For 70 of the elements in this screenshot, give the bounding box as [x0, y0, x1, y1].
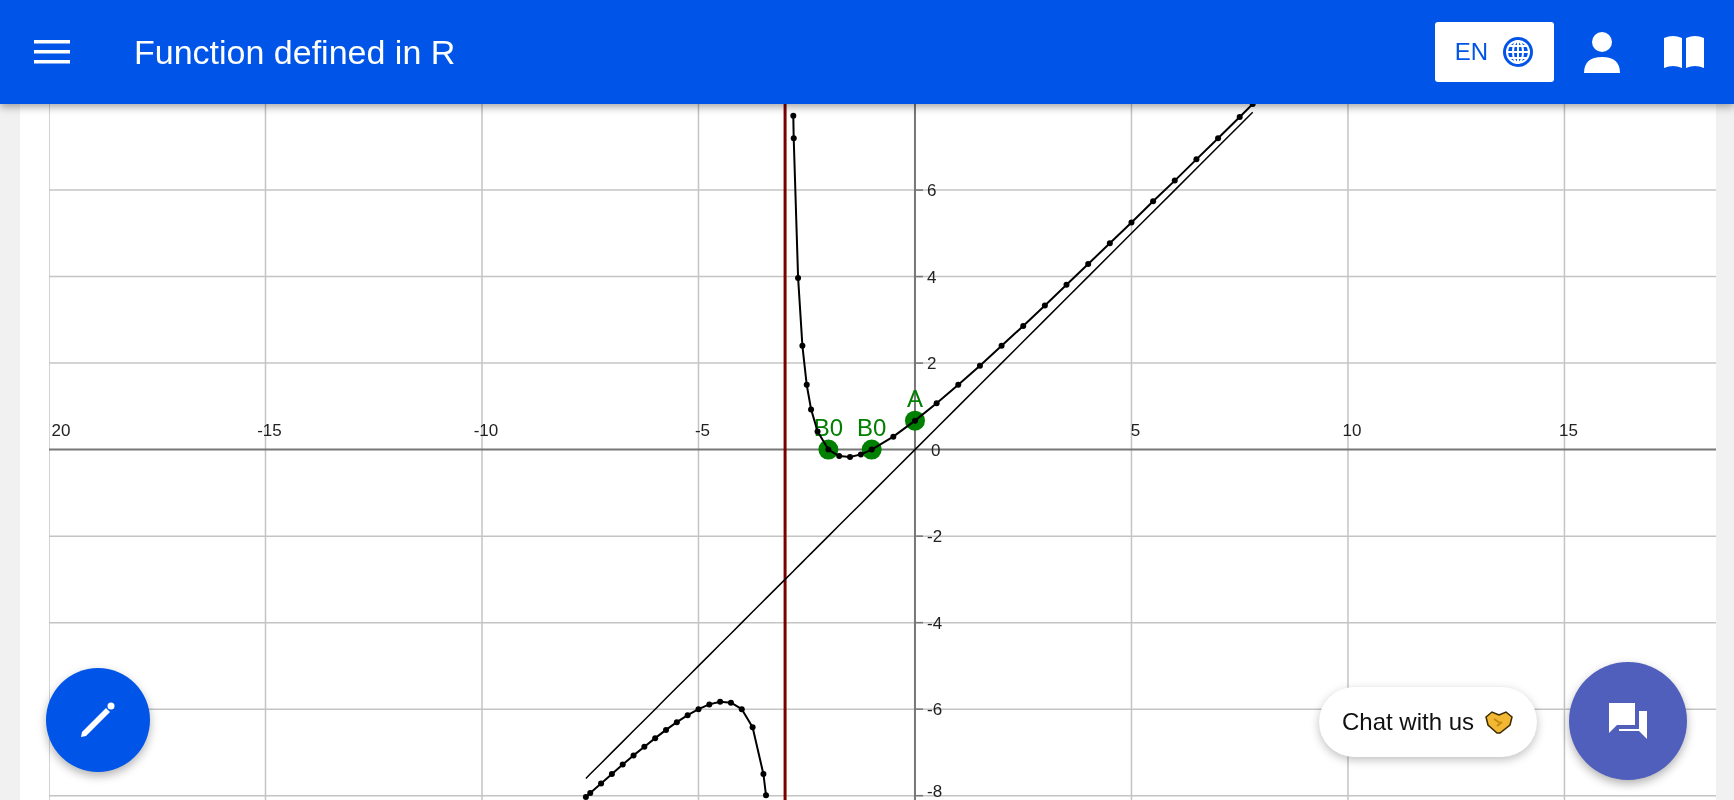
point — [1128, 219, 1135, 226]
axis-tick-label: -10 — [473, 420, 499, 440]
point — [790, 135, 797, 142]
point — [619, 761, 626, 768]
point — [890, 433, 897, 440]
point — [790, 112, 797, 119]
point — [795, 274, 802, 281]
point-label: B0 — [857, 413, 887, 441]
point-marker[interactable] — [904, 410, 925, 431]
point — [684, 712, 691, 719]
chat-icon — [1607, 701, 1649, 741]
point — [587, 790, 594, 797]
axis-tick-label: 20 — [51, 420, 71, 440]
point-label: A — [906, 384, 923, 412]
menu-icon[interactable] — [34, 39, 70, 65]
point — [652, 735, 659, 742]
point — [663, 726, 670, 733]
point — [695, 706, 702, 713]
point — [933, 400, 940, 407]
point — [1020, 322, 1027, 329]
point — [1193, 156, 1200, 163]
point — [976, 362, 983, 369]
point — [608, 771, 615, 778]
point — [738, 706, 745, 713]
axis-tick-label: 6 — [926, 181, 937, 201]
axis-tick-label: -15 — [257, 420, 282, 440]
axis-tick-label: 10 — [1342, 420, 1362, 440]
point — [673, 719, 680, 726]
point — [763, 792, 770, 799]
axis-tick-label: 5 — [1130, 420, 1141, 440]
point — [1171, 177, 1178, 184]
point — [803, 381, 810, 388]
page-title: Function defined in R — [134, 32, 457, 72]
axis-tick-label: -5 — [694, 420, 711, 440]
point — [706, 701, 713, 708]
point — [808, 406, 815, 413]
language-button[interactable]: EN — [1435, 22, 1554, 82]
point — [630, 752, 637, 759]
axis-tick-label: 2 — [926, 354, 937, 374]
point — [857, 451, 864, 458]
point — [582, 793, 589, 800]
account-icon[interactable] — [1582, 31, 1622, 73]
point — [717, 698, 724, 705]
axis-tick-label: 15 — [1559, 420, 1578, 440]
point — [1106, 240, 1113, 247]
point — [727, 699, 734, 706]
point — [1085, 261, 1092, 268]
point — [799, 342, 806, 349]
point — [836, 453, 843, 460]
point — [749, 724, 756, 731]
handshake-icon — [1484, 709, 1515, 735]
point — [998, 342, 1005, 349]
point — [1150, 198, 1157, 205]
axis-tick-label: -8 — [926, 782, 943, 800]
chat-prompt[interactable]: Chat with us — [1319, 687, 1537, 757]
axis-tick-label: -2 — [926, 527, 943, 547]
point — [1041, 302, 1048, 309]
point — [641, 743, 648, 750]
book-icon[interactable] — [1662, 34, 1706, 70]
point — [598, 780, 605, 787]
point — [955, 381, 962, 388]
point — [1215, 135, 1222, 142]
axis-tick-label: -4 — [926, 613, 943, 633]
axis-tick-label: 4 — [926, 267, 937, 287]
point — [847, 453, 854, 460]
point — [1063, 281, 1070, 288]
point — [1236, 113, 1243, 120]
globe-icon — [1502, 36, 1535, 68]
axis-tick-label: -6 — [926, 700, 943, 720]
point — [760, 771, 767, 778]
